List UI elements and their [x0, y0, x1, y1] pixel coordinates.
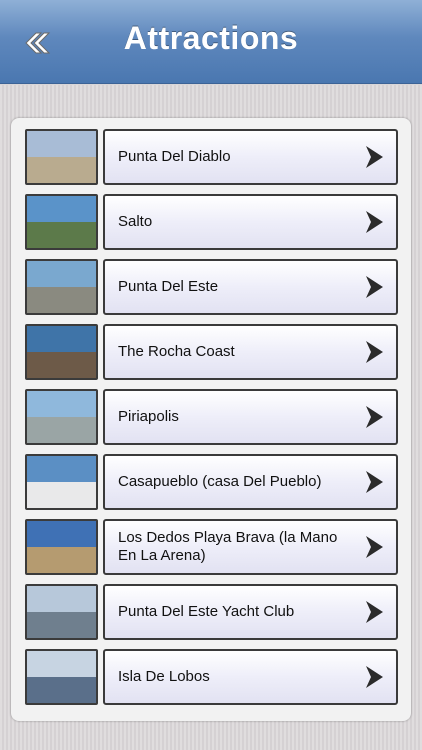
attraction-thumbnail [25, 649, 98, 705]
attraction-label: Piriapolis [118, 408, 179, 425]
navigation-bar: Attractions [0, 0, 422, 84]
attraction-thumbnail [25, 389, 98, 445]
attraction-label: Punta Del Diablo [118, 148, 231, 165]
attraction-label: Punta Del Este Yacht Club [118, 603, 295, 620]
page-title: Attractions [123, 20, 299, 56]
list-item[interactable]: Casapueblo (casa Del Pueblo) [25, 454, 398, 510]
attraction-label: Casapueblo (casa Del Pueblo) [118, 473, 322, 490]
chevron-right-icon [366, 276, 383, 298]
attraction-thumbnail [25, 454, 98, 510]
attraction-button[interactable]: Casapueblo (casa Del Pueblo) [103, 454, 398, 510]
chevron-right-icon [366, 536, 383, 558]
list-item[interactable]: Punta Del Diablo [25, 129, 398, 185]
list-item[interactable]: Isla De Lobos [25, 649, 398, 705]
chevron-right-icon [366, 666, 383, 688]
attraction-thumbnail [25, 584, 98, 640]
list-item[interactable]: Los Dedos Playa Brava (la Mano En La Are… [25, 519, 398, 575]
attraction-label: The Rocha Coast [118, 343, 235, 360]
attraction-thumbnail [25, 259, 98, 315]
attraction-button[interactable]: Punta Del Diablo [103, 129, 398, 185]
list-item[interactable]: Piriapolis [25, 389, 398, 445]
chevron-right-icon [366, 471, 383, 493]
attraction-button[interactable]: Punta Del Este [103, 259, 398, 315]
list-item[interactable]: Punta Del Este [25, 259, 398, 315]
chevron-right-icon [366, 406, 383, 428]
attraction-button[interactable]: Isla De Lobos [103, 649, 398, 705]
list-item[interactable]: Punta Del Este Yacht Club [25, 584, 398, 640]
attractions-list: Punta Del Diablo Salto Punta Del Este Th… [11, 118, 411, 721]
attraction-thumbnail [25, 129, 98, 185]
attraction-thumbnail [25, 519, 98, 575]
attraction-thumbnail [25, 324, 98, 380]
attraction-button[interactable]: Punta Del Este Yacht Club [103, 584, 398, 640]
list-item[interactable]: The Rocha Coast [25, 324, 398, 380]
attraction-label: Isla De Lobos [118, 668, 210, 685]
attraction-button[interactable]: Piriapolis [103, 389, 398, 445]
attraction-label: Los Dedos Playa Brava (la Mano En La Are… [118, 529, 338, 564]
attraction-button[interactable]: The Rocha Coast [103, 324, 398, 380]
attraction-label: Salto [118, 213, 153, 230]
chevron-right-icon [366, 601, 383, 623]
attraction-button[interactable]: Salto [103, 194, 398, 250]
attraction-label: Punta Del Este [118, 278, 219, 295]
attraction-thumbnail [25, 194, 98, 250]
list-item[interactable]: Salto [25, 194, 398, 250]
content-area: Punta Del Diablo Salto Punta Del Este Th… [0, 85, 422, 750]
chevron-right-icon [366, 211, 383, 233]
chevron-right-icon [366, 341, 383, 363]
chevron-right-icon [366, 146, 383, 168]
attraction-button[interactable]: Los Dedos Playa Brava (la Mano En La Are… [103, 519, 398, 575]
